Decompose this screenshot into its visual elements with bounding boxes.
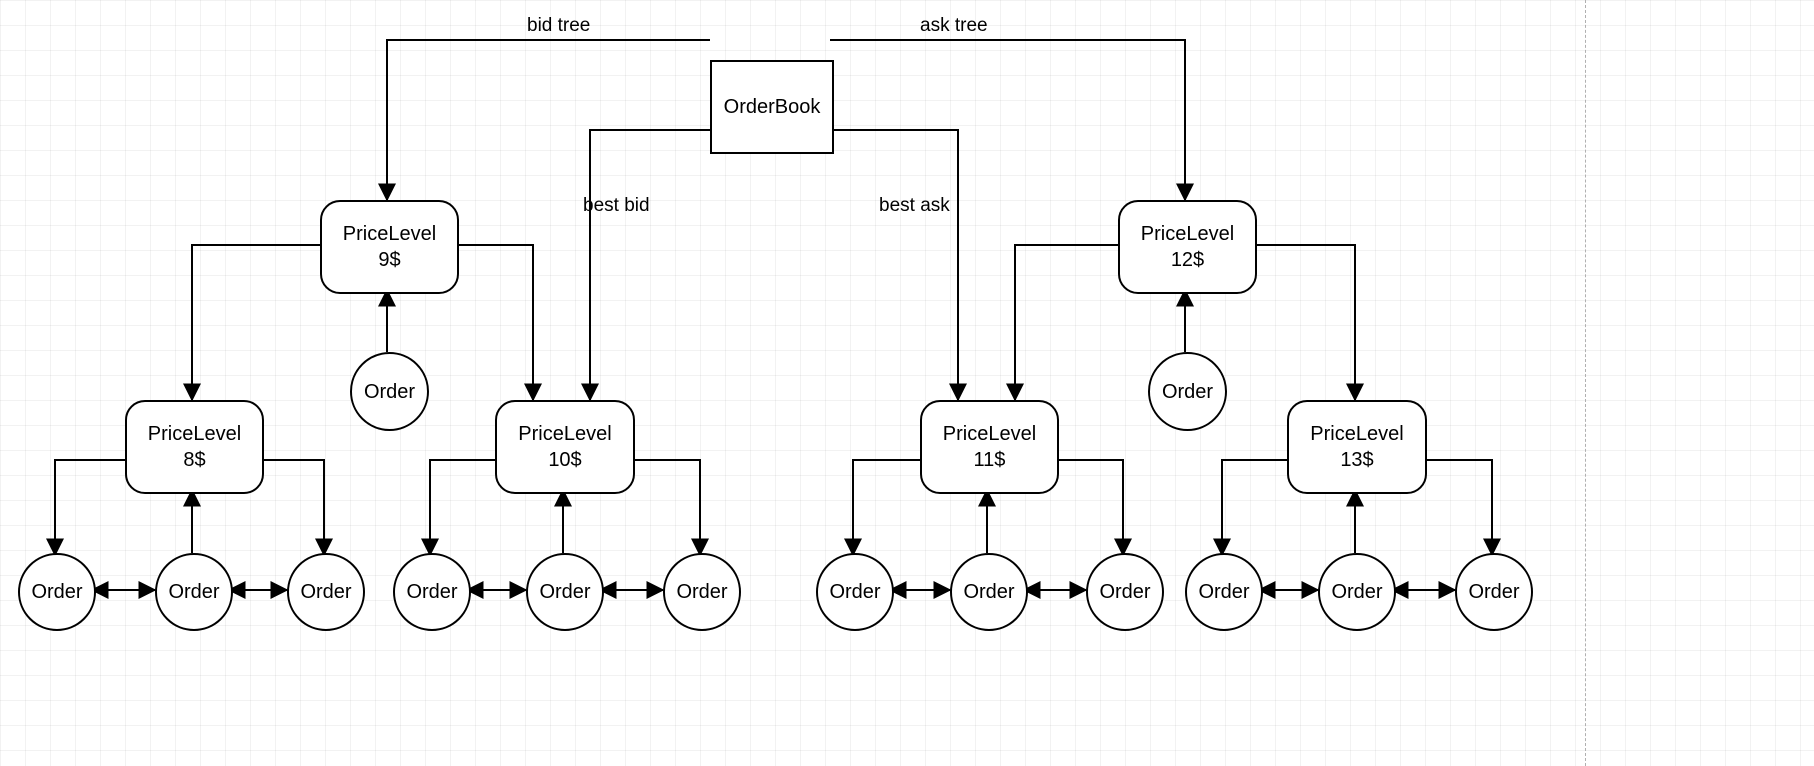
order-label: Order	[829, 579, 880, 605]
price-level-price: 9$	[378, 247, 400, 273]
order-node[interactable]: Order	[1148, 352, 1227, 431]
price-level-price: 11$	[974, 447, 1006, 473]
order-label: Order	[676, 579, 727, 605]
order-node[interactable]: Order	[155, 553, 233, 631]
orderbook-node[interactable]: OrderBook	[710, 60, 834, 154]
edges-layer	[0, 0, 1814, 766]
diagram-canvas: OrderBook bid tree ask tree best bid bes…	[0, 0, 1814, 766]
order-label: Order	[364, 379, 415, 405]
order-node[interactable]: Order	[1455, 553, 1533, 631]
order-node[interactable]: Order	[950, 553, 1028, 631]
price-level-12[interactable]: PriceLevel 12$	[1118, 200, 1257, 294]
order-label: Order	[1468, 579, 1519, 605]
price-level-title: PriceLevel	[343, 221, 436, 247]
price-level-price: 8$	[183, 447, 205, 473]
order-node[interactable]: Order	[287, 553, 365, 631]
price-level-title: PriceLevel	[943, 421, 1036, 447]
order-node[interactable]: Order	[1086, 553, 1164, 631]
order-label: Order	[1331, 579, 1382, 605]
price-level-title: PriceLevel	[1141, 221, 1234, 247]
edge-label-ask-tree: ask tree	[920, 15, 988, 37]
order-label: Order	[300, 579, 351, 605]
price-level-8[interactable]: PriceLevel 8$	[125, 400, 264, 494]
price-level-title: PriceLevel	[148, 421, 241, 447]
order-node[interactable]: Order	[1185, 553, 1263, 631]
order-label: Order	[539, 579, 590, 605]
order-label: Order	[1198, 579, 1249, 605]
order-label: Order	[1099, 579, 1150, 605]
order-node[interactable]: Order	[816, 553, 894, 631]
order-node[interactable]: Order	[526, 553, 604, 631]
order-label: Order	[406, 579, 457, 605]
order-node[interactable]: Order	[18, 553, 96, 631]
orderbook-label: OrderBook	[724, 94, 821, 120]
order-node[interactable]: Order	[1318, 553, 1396, 631]
order-label: Order	[1162, 379, 1213, 405]
price-level-13[interactable]: PriceLevel 13$	[1287, 400, 1427, 494]
price-level-price: 13$	[1340, 447, 1373, 473]
price-level-11[interactable]: PriceLevel 11$	[920, 400, 1059, 494]
price-level-10[interactable]: PriceLevel 10$	[495, 400, 635, 494]
order-node[interactable]: Order	[350, 352, 429, 431]
order-node[interactable]: Order	[393, 553, 471, 631]
order-label: Order	[963, 579, 1014, 605]
order-node[interactable]: Order	[663, 553, 741, 631]
price-level-9[interactable]: PriceLevel 9$	[320, 200, 459, 294]
price-level-title: PriceLevel	[518, 421, 611, 447]
order-label: Order	[168, 579, 219, 605]
order-label: Order	[31, 579, 82, 605]
price-level-price: 10$	[548, 447, 581, 473]
edge-label-best-ask: best ask	[879, 195, 950, 217]
price-level-price: 12$	[1171, 247, 1204, 273]
price-level-title: PriceLevel	[1310, 421, 1403, 447]
edge-label-bid-tree: bid tree	[527, 15, 590, 37]
edge-label-best-bid: best bid	[583, 195, 650, 217]
